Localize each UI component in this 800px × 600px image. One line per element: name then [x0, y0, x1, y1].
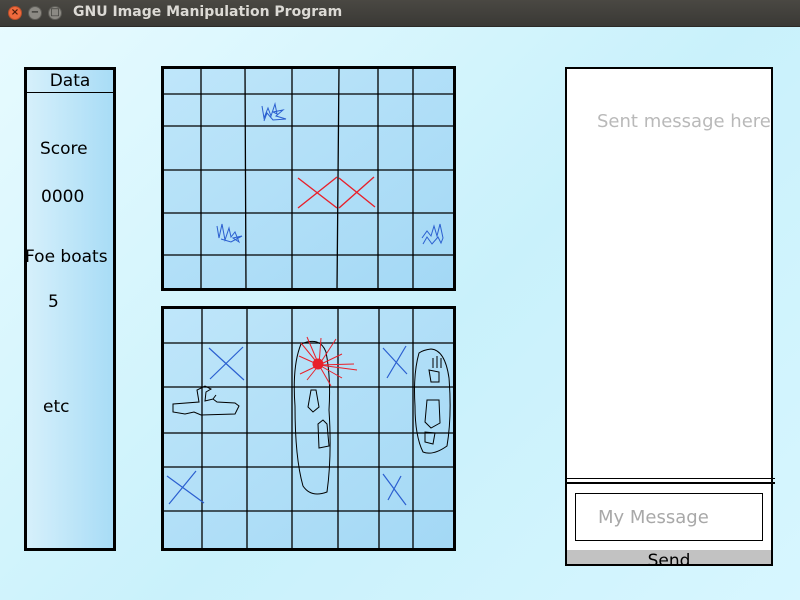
- window-title: GNU Image Manipulation Program: [73, 4, 343, 20]
- minimize-window-button[interactable]: −: [28, 6, 42, 20]
- message-input[interactable]: [575, 493, 763, 541]
- etc-label: etc: [43, 397, 70, 417]
- chat-divider: [565, 478, 775, 484]
- enemy-board-frame: [161, 66, 456, 291]
- player-board-frame: [161, 306, 456, 551]
- score-label: Score: [40, 139, 88, 159]
- send-button[interactable]: Send: [567, 550, 771, 564]
- maximize-window-button[interactable]: □: [48, 6, 62, 20]
- score-value: 0000: [41, 187, 85, 207]
- close-window-button[interactable]: ×: [8, 6, 22, 20]
- send-button-label: Send: [647, 551, 691, 564]
- title-bar: × − □ GNU Image Manipulation Program: [0, 0, 800, 27]
- foe-boats-value: 5: [48, 292, 59, 312]
- foe-boats-label: Foe boats: [25, 247, 108, 267]
- data-panel-header: Data: [27, 70, 113, 93]
- enemy-board[interactable]: [161, 66, 457, 292]
- sent-messages-area: Sent message here: [597, 111, 771, 132]
- player-board[interactable]: [161, 306, 457, 552]
- chat-panel: Sent message here Send: [565, 67, 775, 566]
- data-panel: Data Score 0000 Foe boats 5 etc: [24, 67, 116, 551]
